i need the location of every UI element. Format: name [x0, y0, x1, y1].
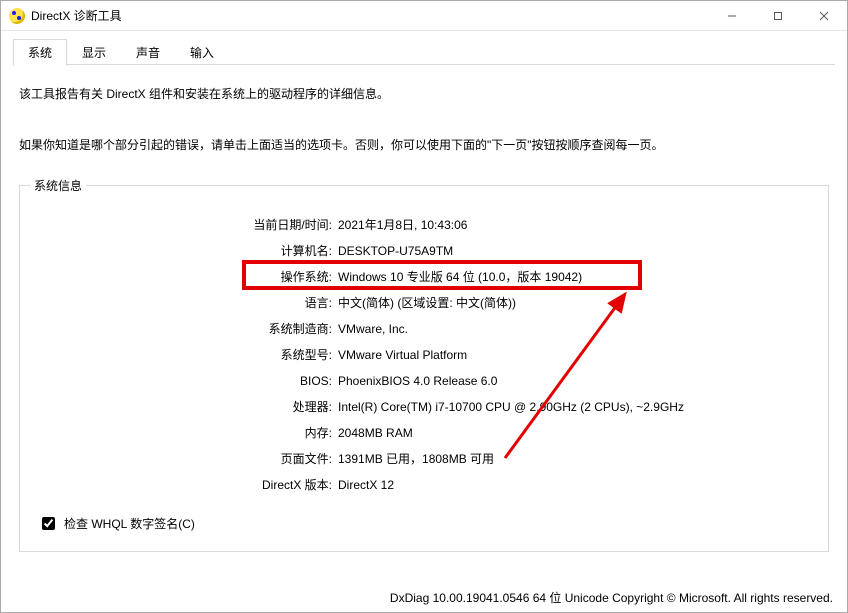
label-datetime: 当前日期/时间:: [38, 216, 338, 234]
intro-line-2: 如果你知道是哪个部分引起的错误，请单击上面适当的选项卡。否则，你可以使用下面的"…: [19, 134, 829, 157]
value-datetime: 2021年1月8日, 10:43:06: [338, 216, 810, 234]
tab-strip: 系统 显示 声音 输入: [13, 41, 835, 65]
intro-text: 该工具报告有关 DirectX 组件和安装在系统上的驱动程序的详细信息。 如果你…: [13, 65, 835, 157]
label-page-file: 页面文件:: [38, 450, 338, 468]
row-bios: BIOS: PhoenixBIOS 4.0 Release 6.0: [38, 368, 810, 394]
row-cpu: 处理器: Intel(R) Core(TM) i7-10700 CPU @ 2.…: [38, 394, 810, 420]
close-button[interactable]: [801, 1, 847, 31]
intro-line-1: 该工具报告有关 DirectX 组件和安装在系统上的驱动程序的详细信息。: [19, 83, 829, 106]
label-language: 语言:: [38, 294, 338, 312]
whql-label[interactable]: 检查 WHQL 数字签名(C): [64, 515, 195, 532]
row-language: 语言: 中文(简体) (区域设置: 中文(简体)): [38, 290, 810, 316]
tab-sound[interactable]: 声音: [121, 39, 175, 65]
label-model: 系统型号:: [38, 346, 338, 364]
value-directx-version: DirectX 12: [338, 476, 810, 494]
row-model: 系统型号: VMware Virtual Platform: [38, 342, 810, 368]
whql-check-row: 检查 WHQL 数字签名(C): [38, 514, 810, 533]
value-model: VMware Virtual Platform: [338, 346, 810, 364]
row-computer-name: 计算机名: DESKTOP-U75A9TM: [38, 238, 810, 264]
row-directx-version: DirectX 版本: DirectX 12: [38, 472, 810, 498]
maximize-button[interactable]: [755, 1, 801, 31]
dxdiag-icon: [9, 8, 25, 24]
minimize-button[interactable]: [709, 1, 755, 31]
tab-display[interactable]: 显示: [67, 39, 121, 65]
content-area: 系统 显示 声音 输入 该工具报告有关 DirectX 组件和安装在系统上的驱动…: [1, 31, 847, 552]
label-directx-version: DirectX 版本:: [38, 476, 338, 494]
value-os: Windows 10 专业版 64 位 (10.0，版本 19042): [338, 268, 810, 286]
row-os: 操作系统: Windows 10 专业版 64 位 (10.0，版本 19042…: [38, 264, 810, 290]
label-manufacturer: 系统制造商:: [38, 320, 338, 338]
window-title: DirectX 诊断工具: [31, 7, 122, 24]
system-info-group: 系统信息 当前日期/时间: 2021年1月8日, 10:43:06 计算机名: …: [19, 185, 829, 552]
label-bios: BIOS:: [38, 372, 338, 390]
label-computer-name: 计算机名:: [38, 242, 338, 260]
title-bar: DirectX 诊断工具: [1, 1, 847, 31]
value-computer-name: DESKTOP-U75A9TM: [338, 242, 810, 260]
row-page-file: 页面文件: 1391MB 已用，1808MB 可用: [38, 446, 810, 472]
value-cpu: Intel(R) Core(TM) i7-10700 CPU @ 2.90GHz…: [338, 398, 810, 416]
label-cpu: 处理器:: [38, 398, 338, 416]
tab-input[interactable]: 输入: [175, 39, 229, 65]
value-bios: PhoenixBIOS 4.0 Release 6.0: [338, 372, 810, 390]
value-page-file: 1391MB 已用，1808MB 可用: [338, 450, 810, 468]
row-memory: 内存: 2048MB RAM: [38, 420, 810, 446]
value-language: 中文(简体) (区域设置: 中文(简体)): [338, 294, 810, 312]
value-manufacturer: VMware, Inc.: [338, 320, 810, 338]
label-os: 操作系统:: [38, 268, 338, 286]
value-memory: 2048MB RAM: [338, 424, 810, 442]
row-manufacturer: 系统制造商: VMware, Inc.: [38, 316, 810, 342]
whql-checkbox[interactable]: [42, 517, 55, 530]
tab-system[interactable]: 系统: [13, 39, 67, 66]
row-datetime: 当前日期/时间: 2021年1月8日, 10:43:06: [38, 212, 810, 238]
label-memory: 内存:: [38, 424, 338, 442]
footer-text: DxDiag 10.00.19041.0546 64 位 Unicode Cop…: [390, 589, 833, 606]
group-legend: 系统信息: [30, 177, 86, 194]
